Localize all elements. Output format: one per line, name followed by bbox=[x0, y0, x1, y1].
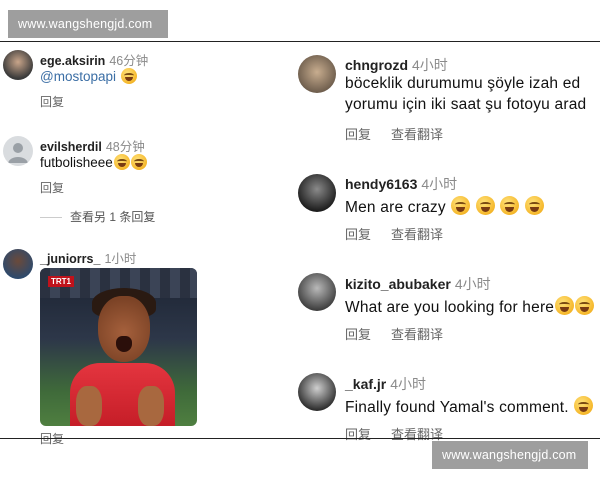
watermark-bottom: www.wangshengjd.com bbox=[432, 441, 588, 469]
timestamp: 48分钟 bbox=[105, 140, 145, 154]
divider-dash bbox=[40, 217, 62, 219]
timestamp: 4小时 bbox=[454, 276, 491, 292]
comment-body: Finally found Yamal's comment. bbox=[345, 399, 569, 416]
bottom-divider bbox=[0, 438, 600, 439]
reply-button[interactable]: 回复 bbox=[345, 227, 371, 242]
comment-body: Men are crazy bbox=[345, 199, 446, 216]
avatar[interactable] bbox=[298, 174, 336, 212]
comment-text: Men are crazy bbox=[345, 196, 544, 217]
username[interactable]: evilsherdil bbox=[40, 140, 102, 154]
reply-button[interactable]: 回复 bbox=[345, 427, 371, 442]
laughing-emoji-icon bbox=[575, 296, 595, 315]
username[interactable]: _kaf.jr bbox=[345, 376, 386, 392]
laughing-emoji-icon bbox=[451, 196, 471, 215]
avatar[interactable] bbox=[298, 55, 336, 93]
view-more-replies-label: 查看另 1 条回复 bbox=[70, 210, 156, 224]
username[interactable]: _juniorrs_ bbox=[40, 252, 100, 266]
laughing-emoji-icon bbox=[130, 154, 147, 170]
comment-text: futbolisheee bbox=[40, 154, 147, 170]
comment-text: @mostopapi bbox=[40, 68, 137, 84]
comment-text-line: böceklik durumumu şöyle izah ed bbox=[345, 75, 581, 92]
reply-button[interactable]: 回复 bbox=[40, 181, 64, 195]
avatar[interactable] bbox=[298, 373, 336, 411]
comment-username: ege.aksirin 46分钟 bbox=[40, 50, 148, 69]
comment-body: What are you looking for here bbox=[345, 299, 555, 316]
timestamp: 46分钟 bbox=[109, 54, 149, 68]
comment-username: _juniorrs_ 1小时 bbox=[40, 248, 136, 267]
avatar[interactable] bbox=[3, 136, 33, 166]
avatar[interactable] bbox=[3, 50, 33, 80]
comment-actions: 回复 查看翻译 bbox=[345, 124, 463, 143]
laughing-emoji-icon bbox=[475, 196, 495, 215]
laughing-emoji-icon bbox=[555, 296, 575, 315]
username[interactable]: chngrozd bbox=[345, 57, 408, 73]
translate-button[interactable]: 查看翻译 bbox=[391, 227, 443, 242]
timestamp: 4小时 bbox=[412, 57, 448, 73]
player-hand bbox=[138, 386, 164, 426]
reply-button[interactable]: 回复 bbox=[345, 127, 371, 142]
laughing-emoji-icon bbox=[120, 68, 137, 84]
comment-username: hendy6163 4小时 bbox=[345, 174, 457, 194]
comment-username: chngrozd 4小时 bbox=[345, 55, 448, 75]
player-mouth bbox=[116, 336, 132, 352]
laughing-emoji-icon bbox=[574, 396, 594, 415]
avatar[interactable] bbox=[298, 273, 336, 311]
timestamp: 4小时 bbox=[421, 176, 458, 192]
tv-channel-logo: TRT1 bbox=[48, 276, 74, 287]
translate-button[interactable]: 查看翻译 bbox=[391, 127, 443, 142]
laughing-emoji-icon bbox=[500, 196, 520, 215]
translate-button[interactable]: 查看翻译 bbox=[391, 327, 443, 342]
gif-attachment[interactable]: TRT1 bbox=[40, 268, 197, 426]
laughing-emoji-icon bbox=[113, 154, 130, 170]
comment-actions: 回复 bbox=[40, 179, 82, 196]
player-head bbox=[98, 296, 150, 362]
timestamp: 4小时 bbox=[390, 376, 427, 392]
comment-username: _kaf.jr 4小时 bbox=[345, 374, 426, 394]
comment-text-line: yorumu için iki saat şu fotoyu arad bbox=[345, 96, 587, 113]
laughing-emoji-icon bbox=[524, 196, 544, 215]
comment-actions: 回复 bbox=[40, 93, 82, 110]
comment-body: futbolisheee bbox=[40, 155, 113, 170]
comment-text: What are you looking for here bbox=[345, 296, 595, 317]
translate-button[interactable]: 查看翻译 bbox=[391, 427, 443, 442]
player-hand bbox=[76, 386, 102, 426]
default-avatar-icon bbox=[8, 143, 28, 163]
watermark-top: www.wangshengjd.com bbox=[8, 10, 168, 38]
comment-username: evilsherdil 48分钟 bbox=[40, 136, 145, 155]
comment-actions: 回复 查看翻译 bbox=[345, 324, 463, 343]
username[interactable]: kizito_abubaker bbox=[345, 276, 451, 292]
reply-button[interactable]: 回复 bbox=[40, 95, 64, 109]
username[interactable]: hendy6163 bbox=[345, 176, 417, 192]
top-divider bbox=[0, 41, 600, 42]
mention-link[interactable]: @mostopapi bbox=[40, 69, 116, 84]
timestamp: 1小时 bbox=[104, 252, 137, 266]
reply-button[interactable]: 回复 bbox=[40, 432, 64, 446]
username[interactable]: ege.aksirin bbox=[40, 54, 105, 68]
comment-text: Finally found Yamal's comment. bbox=[345, 396, 594, 417]
comment-username: kizito_abubaker 4小时 bbox=[345, 274, 491, 294]
comment-actions: 回复 查看翻译 bbox=[345, 224, 463, 243]
reply-button[interactable]: 回复 bbox=[345, 327, 371, 342]
avatar[interactable] bbox=[3, 249, 33, 279]
view-more-replies[interactable]: 查看另 1 条回复 bbox=[40, 208, 155, 225]
